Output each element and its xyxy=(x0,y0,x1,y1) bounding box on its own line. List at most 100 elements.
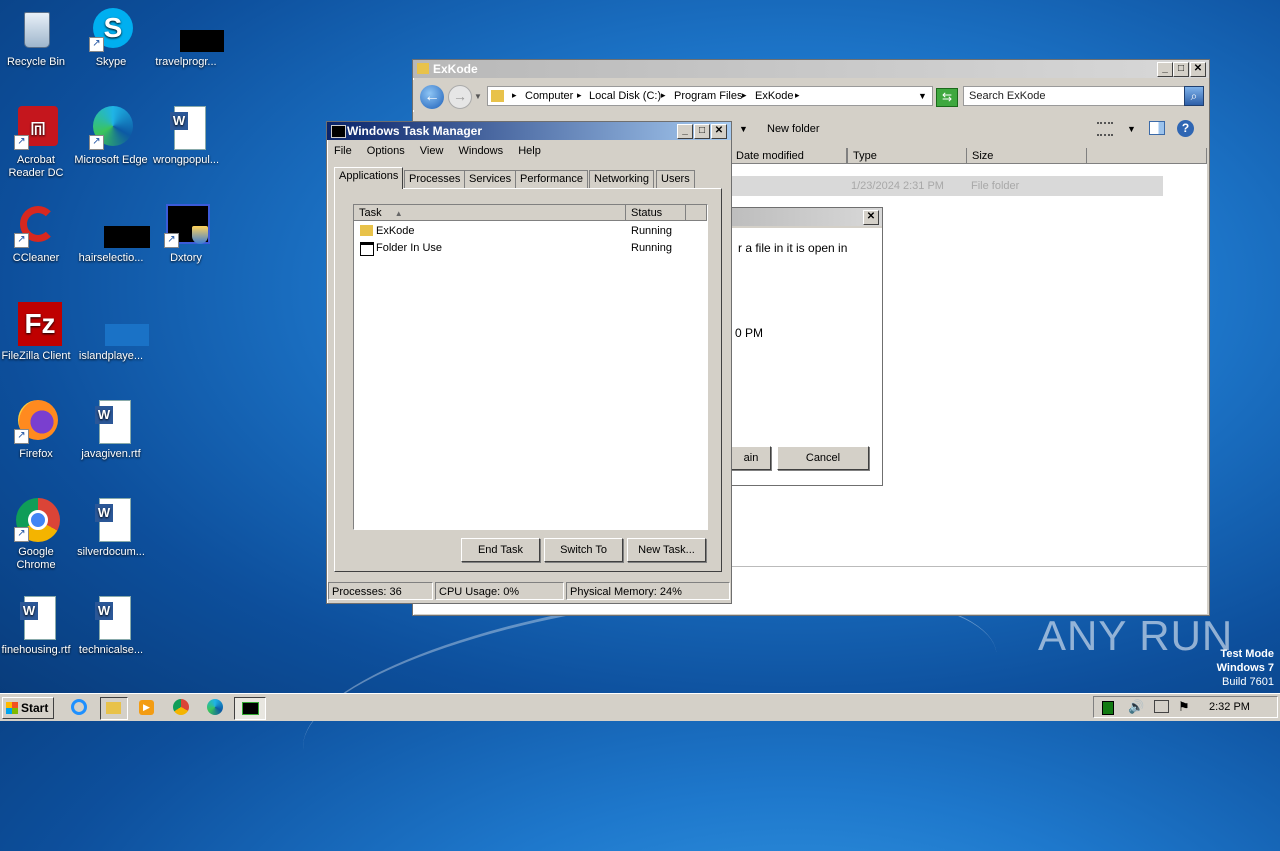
tab-performance[interactable]: Performance xyxy=(515,170,588,188)
edge-taskbar-icon[interactable] xyxy=(202,697,228,718)
close-button[interactable]: ✕ xyxy=(1190,62,1206,77)
menu-file[interactable]: File xyxy=(334,145,352,157)
tab-applications[interactable]: Applications xyxy=(334,167,404,189)
media-player-icon[interactable]: ▶ xyxy=(134,697,160,718)
desktop-icon-filezilla[interactable]: Fz FileZilla Client xyxy=(0,302,74,363)
table-row[interactable]: Folder In Use Running xyxy=(354,240,707,257)
preview-pane-icon[interactable] xyxy=(1149,121,1165,135)
close-button[interactable]: ✕ xyxy=(863,210,879,225)
acrobat-icon: ⩎ ↗ xyxy=(14,106,58,150)
tab-services[interactable]: Services xyxy=(464,170,517,188)
end-task-button[interactable]: End Task xyxy=(461,538,540,562)
desktop-icon-dxtory[interactable]: ↗ Dxtory xyxy=(148,204,224,265)
desktop-icon-skype[interactable]: S ↗ Skype xyxy=(73,8,149,69)
back-arrow-icon[interactable]: ← xyxy=(420,85,444,109)
desktop-icon-finehousing[interactable]: W finehousing.rtf xyxy=(0,596,74,657)
dxtory-icon: ↗ xyxy=(164,204,210,248)
desktop-icon-islandplayer[interactable]: islandplaye... xyxy=(73,302,149,363)
breadcrumb-program-files[interactable]: Program Files xyxy=(674,90,742,102)
task-list[interactable]: Task ▲ Status ExKode Running Folder In U… xyxy=(353,204,708,530)
address-bar[interactable]: ▸ Computer ▸ Local Disk (C:) ▸ Program F… xyxy=(487,86,933,106)
explorer-navbar: ← → ▼ ▸ Computer ▸ Local Disk (C:) ▸ Pro… xyxy=(413,80,1207,110)
blacked-out-icon xyxy=(89,204,150,248)
list-item[interactable]: 1/23/2024 2:31 PM File folder xyxy=(731,176,1163,196)
status-memory: Physical Memory: 24% xyxy=(566,582,730,600)
minimize-button[interactable]: _ xyxy=(1157,62,1173,77)
speaker-icon[interactable]: 🔊 xyxy=(1128,699,1144,715)
desktop-icon-travelprogr[interactable]: travelprogr... xyxy=(148,8,224,69)
table-row[interactable]: ExKode Running xyxy=(354,223,707,240)
chrome-icon: ↗ xyxy=(14,498,60,542)
desktop-icon-wrongpopul[interactable]: W wrongpopul... xyxy=(148,106,224,167)
desktop-icon-chrome[interactable]: ↗ Google Chrome xyxy=(0,498,74,572)
start-button[interactable]: Start xyxy=(2,697,54,719)
maximize-button[interactable]: □ xyxy=(694,124,710,139)
chevron-down-icon[interactable]: ▼ xyxy=(739,124,748,134)
ie-icon[interactable] xyxy=(66,697,92,718)
try-again-button[interactable]: ain xyxy=(731,446,771,470)
tab-networking[interactable]: Networking xyxy=(589,170,655,188)
taskbar: Start ▶ 🔊 ⚑ 2:32 PM xyxy=(0,693,1280,721)
menu-help[interactable]: Help xyxy=(518,145,541,157)
desktop-icon-technicalse[interactable]: W technicalse... xyxy=(73,596,149,657)
column-task[interactable]: Task ▲ xyxy=(354,205,626,221)
filezilla-icon: Fz xyxy=(14,302,62,346)
taskmgr-menubar: File Options View Windows Help xyxy=(334,145,553,157)
help-icon[interactable]: ? xyxy=(1177,120,1194,137)
chevron-right-icon: ▸ xyxy=(661,90,666,100)
explorer-taskbar-icon[interactable] xyxy=(100,697,128,720)
search-input[interactable]: Search ExKode xyxy=(963,86,1185,106)
menu-windows[interactable]: Windows xyxy=(459,145,504,157)
window-icon xyxy=(360,242,374,256)
refresh-icon[interactable]: ⇆ xyxy=(936,88,958,107)
explorer-title: ExKode xyxy=(433,62,478,76)
flag-icon[interactable]: ⚑ xyxy=(1178,699,1190,715)
tray-app-icon[interactable] xyxy=(1102,701,1114,715)
column-status[interactable]: Status xyxy=(626,205,686,221)
recent-dropdown-icon[interactable]: ▼ xyxy=(474,92,482,101)
chrome-taskbar-icon[interactable] xyxy=(168,697,194,718)
new-task-button[interactable]: New Task... xyxy=(627,538,706,562)
close-button[interactable]: ✕ xyxy=(711,124,727,139)
desktop-icon-recycle-bin[interactable]: Recycle Bin xyxy=(0,8,74,69)
cancel-button[interactable]: Cancel xyxy=(777,446,869,470)
task-manager-window[interactable]: Windows Task Manager _ □ ✕ File Options … xyxy=(326,121,732,604)
desktop-icon-ccleaner[interactable]: ↗ CCleaner xyxy=(0,204,74,265)
maximize-button[interactable]: □ xyxy=(1173,62,1189,77)
tab-users[interactable]: Users xyxy=(656,170,695,188)
menu-options[interactable]: Options xyxy=(367,145,405,157)
task-manager-taskbar-icon[interactable] xyxy=(234,697,266,720)
breadcrumb-local-disk[interactable]: Local Disk (C:) xyxy=(589,90,661,102)
search-icon[interactable]: ⌕ xyxy=(1184,86,1204,106)
menu-view[interactable]: View xyxy=(420,145,444,157)
breadcrumb-exkode[interactable]: ExKode xyxy=(755,90,794,102)
desktop-icon-hairselection[interactable]: hairselectio... xyxy=(73,204,150,265)
column-date-modified[interactable]: Date modified xyxy=(731,148,847,164)
folder-icon xyxy=(360,225,373,236)
explorer-titlebar[interactable]: ExKode _ □ ✕ xyxy=(413,60,1209,78)
breadcrumb-computer[interactable]: Computer xyxy=(525,90,573,102)
network-icon[interactable] xyxy=(1154,700,1169,713)
desktop-icon-firefox[interactable]: ↗ Firefox xyxy=(0,400,74,461)
desktop-icon-javagiven[interactable]: W javagiven.rtf xyxy=(73,400,149,461)
chevron-down-icon[interactable]: ▼ xyxy=(1127,124,1136,134)
desktop-icon-edge[interactable]: ↗ Microsoft Edge xyxy=(73,106,149,167)
new-folder-button[interactable]: New folder xyxy=(767,123,820,135)
column-type[interactable]: Type xyxy=(847,148,967,164)
chevron-right-icon: ▸ xyxy=(512,90,517,100)
test-mode-text: Test Mode Windows 7 Build 7601 xyxy=(1217,647,1274,689)
view-options-icon[interactable] xyxy=(1097,122,1113,136)
chevron-down-icon[interactable]: ▼ xyxy=(918,91,927,101)
tab-processes[interactable]: Processes xyxy=(404,170,466,188)
chevron-right-icon: ▸ xyxy=(742,90,747,100)
chevron-right-icon: ▸ xyxy=(795,90,800,100)
forward-arrow-icon[interactable]: → xyxy=(448,85,472,109)
desktop-icon-acrobat[interactable]: ⩎ ↗ Acrobat Reader DC xyxy=(0,106,74,180)
monitor-icon xyxy=(331,125,346,138)
column-size[interactable]: Size xyxy=(967,148,1087,164)
minimize-button[interactable]: _ xyxy=(677,124,693,139)
switch-to-button[interactable]: Switch To xyxy=(544,538,623,562)
desktop-icon-silverdocum[interactable]: W silverdocum... xyxy=(73,498,149,559)
clock[interactable]: 2:32 PM xyxy=(1209,701,1250,713)
taskmgr-titlebar[interactable]: Windows Task Manager _ □ ✕ xyxy=(327,122,731,140)
